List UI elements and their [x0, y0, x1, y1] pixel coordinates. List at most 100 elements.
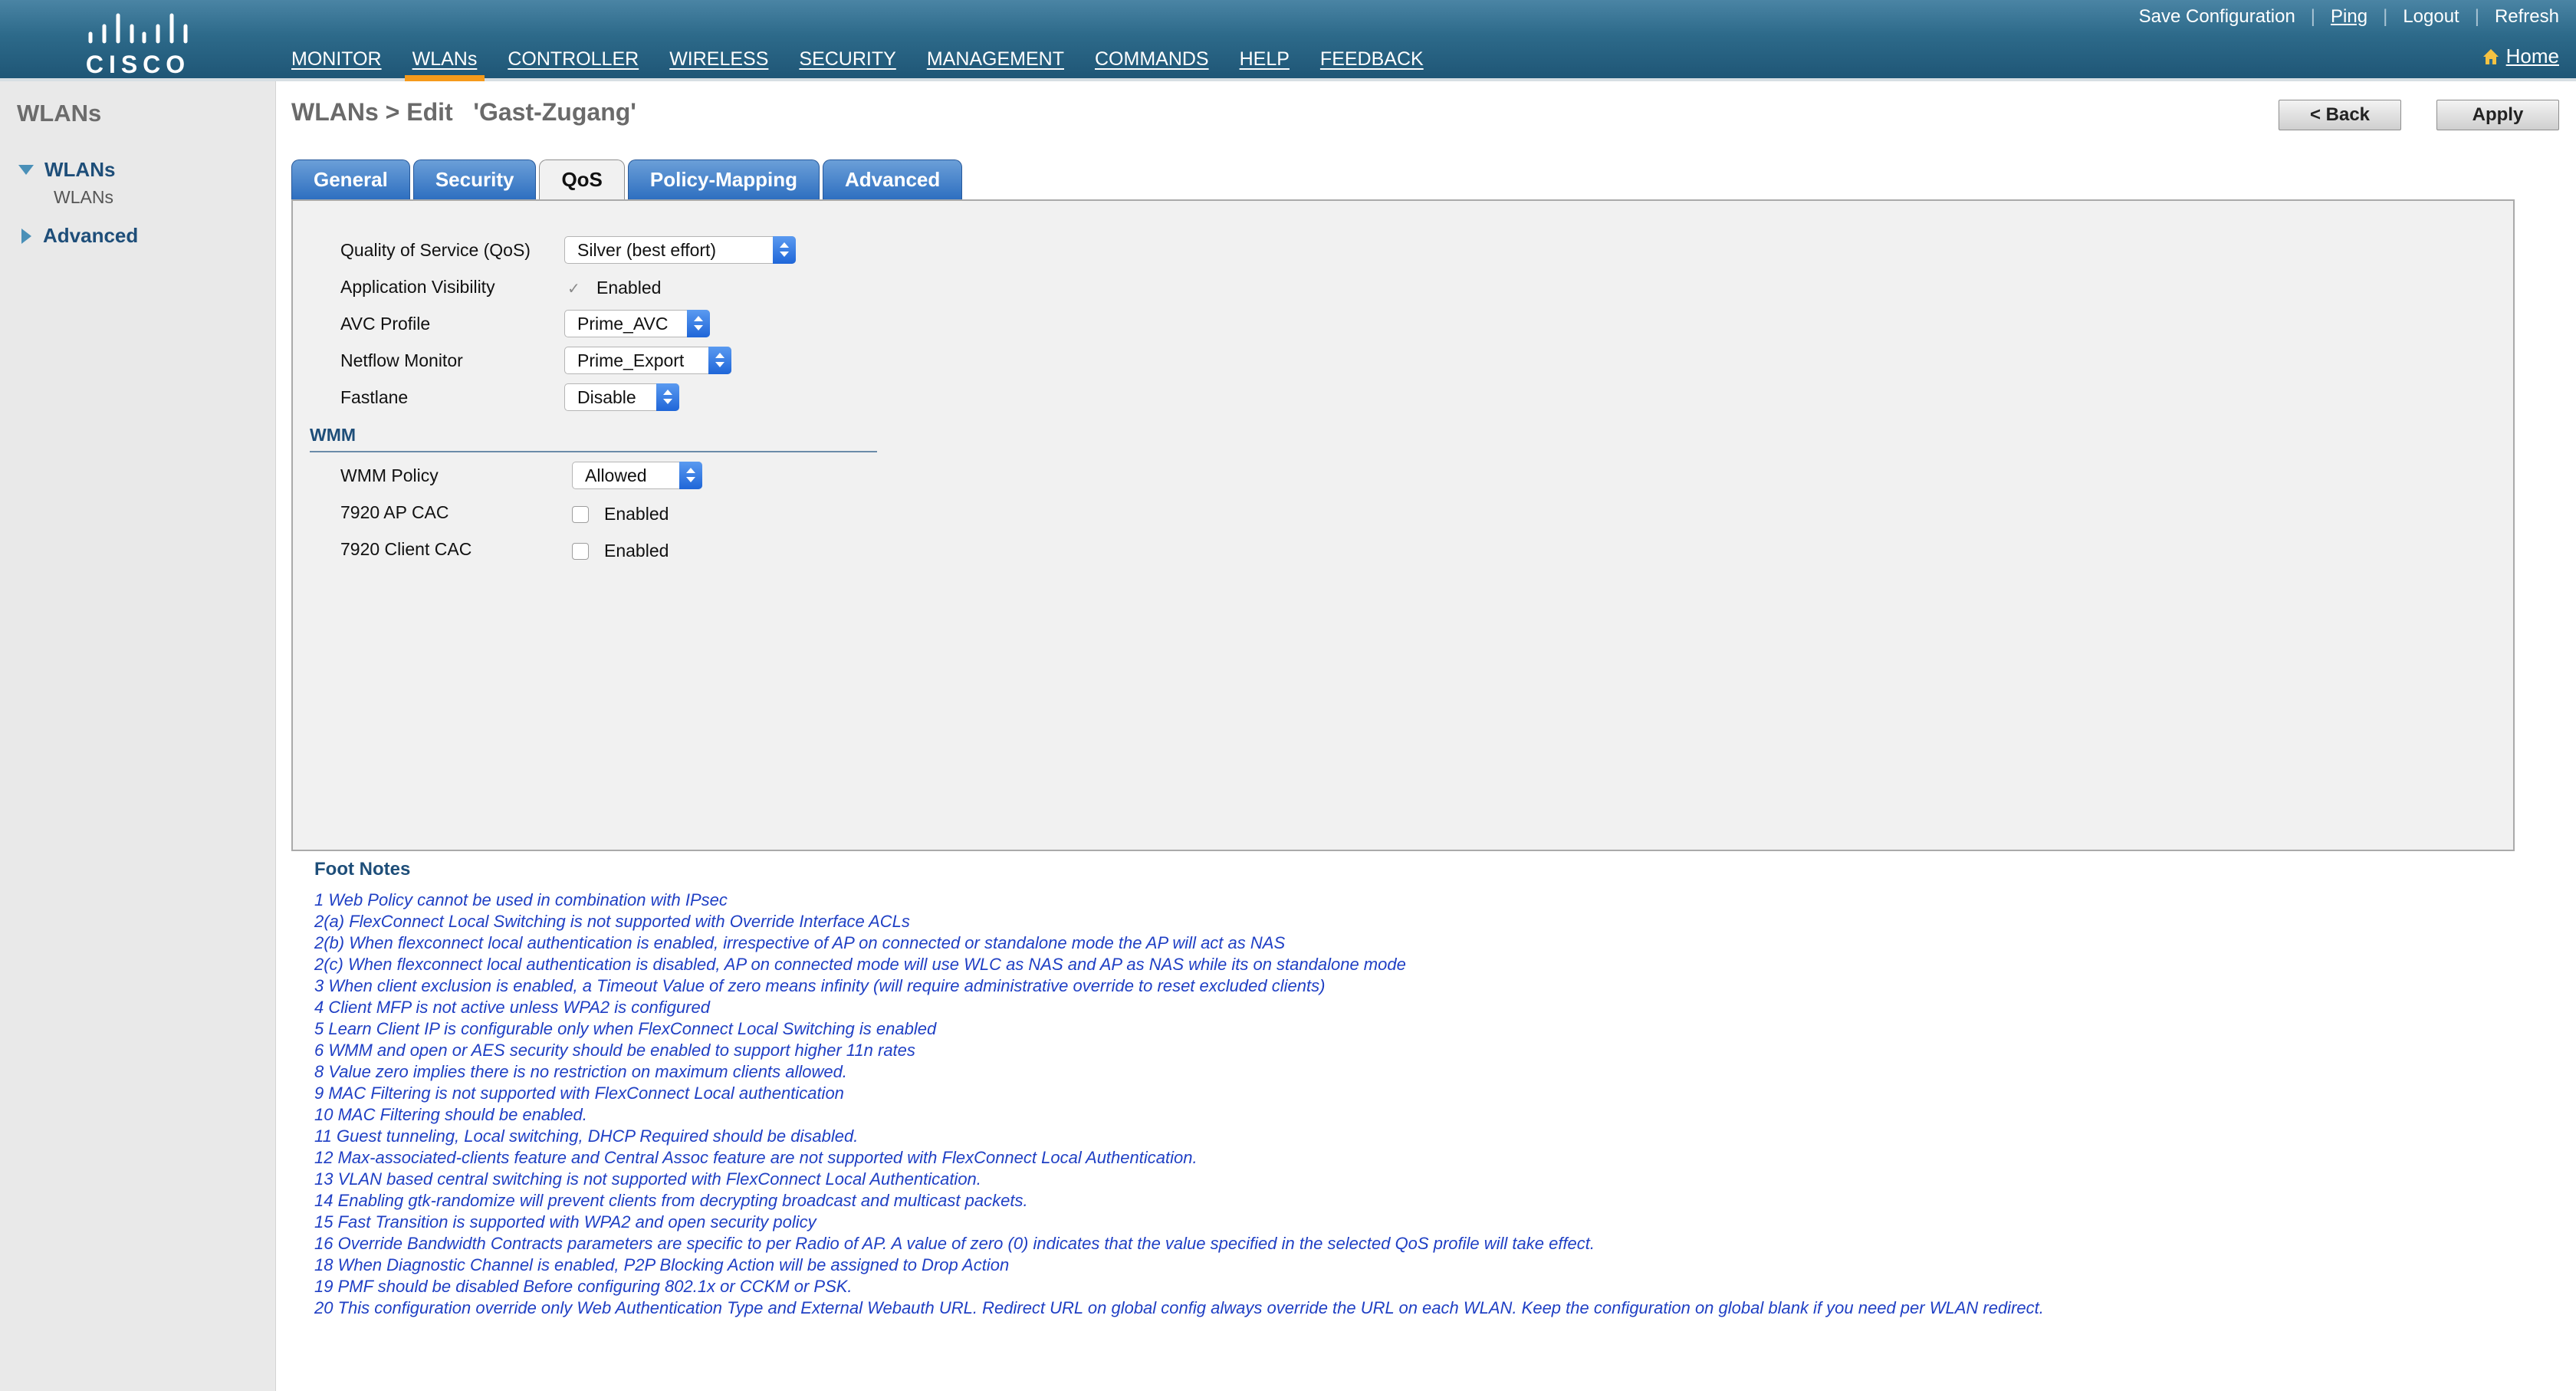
app-visibility-checkbox[interactable]: [564, 279, 581, 298]
nav-monitor[interactable]: MONITOR: [291, 46, 382, 81]
qos-panel: Quality of Service (QoS) Silver (best ef…: [291, 199, 2515, 851]
ap-cac-label: 7920 AP CAC: [340, 501, 449, 522]
footnote-item: 13 VLAN based central switching is not s…: [314, 1169, 981, 1189]
utility-nav: Save Configuration | Ping | Logout | Ref…: [2139, 6, 2559, 28]
avc-profile-select-value: Prime_AVC: [577, 314, 669, 334]
client-cac-checkbox[interactable]: [572, 542, 589, 560]
nav-security[interactable]: SECURITY: [799, 46, 895, 81]
netflow-monitor-label: Netflow Monitor: [340, 350, 463, 370]
avc-profile-row: AVC Profile: [340, 308, 430, 339]
select-arrows-icon: [773, 236, 796, 264]
app-visibility-row: Application Visibility: [340, 271, 495, 302]
footnote-item: 11 Guest tunneling, Local switching, DHC…: [314, 1126, 859, 1146]
footnote-item: 2(c) When flexconnect local authenticati…: [314, 955, 1406, 974]
nav-controller[interactable]: CONTROLLER: [508, 46, 639, 81]
sidebar-group-advanced[interactable]: Advanced: [18, 224, 138, 248]
save-configuration-link[interactable]: Save Configuration: [2139, 6, 2295, 28]
client-cac-label: 7920 Client CAC: [340, 538, 472, 559]
separator: |: [2474, 6, 2479, 27]
footnote-item: 9 MAC Filtering is not supported with Fl…: [314, 1084, 844, 1103]
footnote-item: 2(a) FlexConnect Local Switching is not …: [314, 912, 910, 931]
select-arrows-icon: [656, 383, 679, 411]
footnote-item: 20 This configuration override only Web …: [314, 1298, 2044, 1317]
refresh-link[interactable]: Refresh: [2495, 6, 2559, 28]
footnote-item: 14 Enabling gtk-randomize will prevent c…: [314, 1191, 1028, 1210]
fastlane-select-value: Disable: [577, 387, 636, 407]
nav-commands[interactable]: COMMANDS: [1095, 46, 1209, 81]
nav-feedback[interactable]: FEEDBACK: [1320, 46, 1424, 81]
netflow-monitor-row: Netflow Monitor: [340, 345, 463, 376]
footnote-item: 8 Value zero implies there is no restric…: [314, 1062, 847, 1081]
app-visibility-checkbox-label: Enabled: [596, 278, 662, 298]
tab-qos[interactable]: QoS: [539, 159, 625, 201]
select-arrows-icon: [708, 347, 731, 374]
footnote-item: 12 Max-associated-clients feature and Ce…: [314, 1148, 1198, 1167]
nav-management[interactable]: MANAGEMENT: [927, 46, 1064, 81]
footnote-item: 2(b) When flexconnect local authenticati…: [314, 933, 1286, 952]
separator: |: [2383, 6, 2388, 27]
footnote-item: 18 When Diagnostic Channel is enabled, P…: [314, 1255, 1010, 1274]
qos-select[interactable]: Silver (best effort): [564, 236, 796, 264]
nav-wireless[interactable]: WIRELESS: [669, 46, 768, 81]
footnote-item: 10 MAC Filtering should be enabled.: [314, 1105, 587, 1124]
apply-button[interactable]: Apply: [2436, 100, 2559, 130]
sidebar-group-wlans-label: WLANs: [44, 158, 116, 181]
footnote-item: 5 Learn Client IP is configurable only w…: [314, 1019, 937, 1038]
footnote-item: 3 When client exclusion is enabled, a Ti…: [314, 976, 1326, 995]
ping-link[interactable]: Ping: [2331, 6, 2367, 28]
client-cac-row: 7920 Client CAC: [340, 534, 472, 564]
fastlane-select[interactable]: Disable: [564, 383, 679, 411]
ap-cac-field: Enabled: [572, 504, 669, 525]
logout-link[interactable]: Logout: [2403, 6, 2459, 28]
back-button[interactable]: < Back: [2279, 100, 2401, 130]
ap-cac-row: 7920 AP CAC: [340, 497, 449, 528]
netflow-monitor-select-value: Prime_Export: [577, 350, 685, 370]
tab-policy-mapping[interactable]: Policy-Mapping: [627, 159, 820, 199]
home-icon: [2482, 48, 2499, 64]
page-title: WLANs > Edit 'Gast-Zugang': [291, 98, 636, 126]
triangle-right-icon: [21, 228, 31, 244]
sidebar-group-wlans[interactable]: WLANs: [18, 158, 115, 182]
wmm-policy-label: WMM Policy: [340, 465, 439, 485]
sidebar-item-wlans[interactable]: WLANs: [54, 187, 113, 208]
footnotes-title: Foot Notes: [314, 859, 411, 880]
ap-cac-checkbox[interactable]: [572, 505, 589, 523]
top-header: CISCO MONITOR WLANs CONTROLLER WIRELESS …: [0, 0, 2576, 81]
footnote-item: 16 Override Bandwidth Contracts paramete…: [314, 1234, 1595, 1253]
home-label: Home: [2505, 44, 2559, 67]
footnote-item: 15 Fast Transition is supported with WPA…: [314, 1212, 816, 1232]
footnote-item: 1 Web Policy cannot be used in combinati…: [314, 890, 728, 909]
footnote-item: 6 WMM and open or AES security should be…: [314, 1041, 915, 1060]
sidebar: WLANs WLANs WLANs Advanced: [0, 81, 276, 1391]
select-arrows-icon: [679, 462, 702, 489]
select-arrows-icon: [687, 310, 710, 337]
main-nav: MONITOR WLANs CONTROLLER WIRELESS SECURI…: [291, 46, 1454, 81]
qos-label: Quality of Service (QoS): [340, 239, 531, 260]
sidebar-title: WLANs: [17, 100, 102, 127]
nav-help[interactable]: HELP: [1240, 46, 1290, 81]
footnotes: Foot Notes 1 Web Policy cannot be used i…: [314, 859, 2044, 1319]
qos-select-value: Silver (best effort): [577, 240, 717, 260]
home-link[interactable]: Home: [2482, 44, 2559, 68]
tab-security[interactable]: Security: [412, 159, 537, 199]
qos-row: Quality of Service (QoS): [340, 235, 531, 265]
tab-advanced[interactable]: Advanced: [823, 159, 963, 199]
avc-profile-select[interactable]: Prime_AVC: [564, 310, 710, 337]
nav-wlans[interactable]: WLANs: [404, 46, 485, 81]
tab-bar: General Security QoS Policy-Mapping Adva…: [291, 159, 965, 201]
wmm-policy-select-value: Allowed: [585, 465, 647, 485]
footnote-item: 19 PMF should be disabled Before configu…: [314, 1277, 853, 1296]
tab-general[interactable]: General: [291, 159, 410, 199]
cisco-logo: CISCO: [77, 11, 199, 78]
ap-cac-checkbox-label: Enabled: [604, 504, 669, 524]
footnote-item: 4 Client MFP is not active unless WPA2 i…: [314, 998, 710, 1017]
netflow-monitor-select[interactable]: Prime_Export: [564, 347, 731, 374]
cisco-bridge-icon: [88, 13, 188, 44]
app-visibility-field: Enabled: [564, 278, 661, 298]
triangle-down-icon: [18, 164, 34, 175]
cisco-wordmark: CISCO: [85, 51, 191, 78]
client-cac-checkbox-label: Enabled: [604, 541, 669, 561]
sidebar-group-advanced-label: Advanced: [43, 224, 139, 247]
fastlane-label: Fastlane: [340, 386, 409, 407]
wmm-policy-select[interactable]: Allowed: [572, 462, 702, 489]
